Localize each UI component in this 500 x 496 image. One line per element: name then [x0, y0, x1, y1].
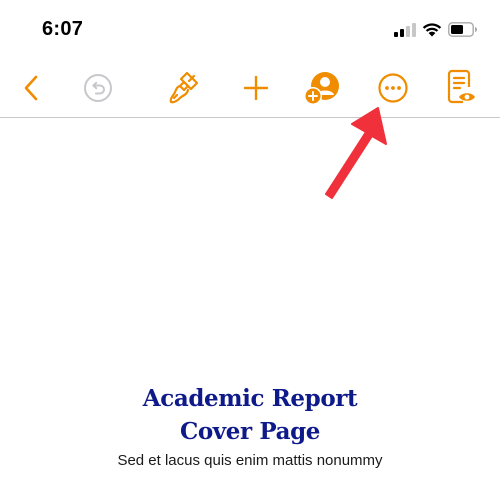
insert-button[interactable]	[234, 64, 278, 112]
undo-button[interactable]	[76, 64, 120, 112]
pages-document-screen: 6:07 Academic Report Cover Page Sed et l…	[0, 0, 500, 496]
undo-icon	[84, 74, 112, 102]
document-eye-icon	[447, 69, 475, 104]
document-toolbar	[0, 64, 500, 116]
document-title: Academic Report Cover Page	[0, 382, 500, 448]
cellular-signal-icon	[394, 23, 416, 37]
plus-icon	[243, 75, 269, 101]
status-icons	[394, 20, 480, 40]
battery-icon	[448, 22, 477, 37]
document-title-line2: Cover Page	[179, 418, 321, 445]
format-button[interactable]	[162, 64, 206, 112]
status-bar: 6:07	[0, 0, 500, 60]
paintbrush-icon	[169, 71, 199, 104]
back-button[interactable]	[9, 64, 53, 112]
toolbar-divider	[0, 117, 500, 118]
wifi-icon	[422, 23, 442, 37]
status-time: 6:07	[42, 18, 84, 40]
document-title-line1: Academic Report	[142, 385, 358, 412]
document-subtitle: Sed et lacus quis enim mattis nonummy	[117, 452, 383, 469]
reading-view-button[interactable]	[439, 64, 483, 112]
chevron-left-icon	[24, 75, 38, 101]
red-arrow-icon	[325, 107, 387, 199]
